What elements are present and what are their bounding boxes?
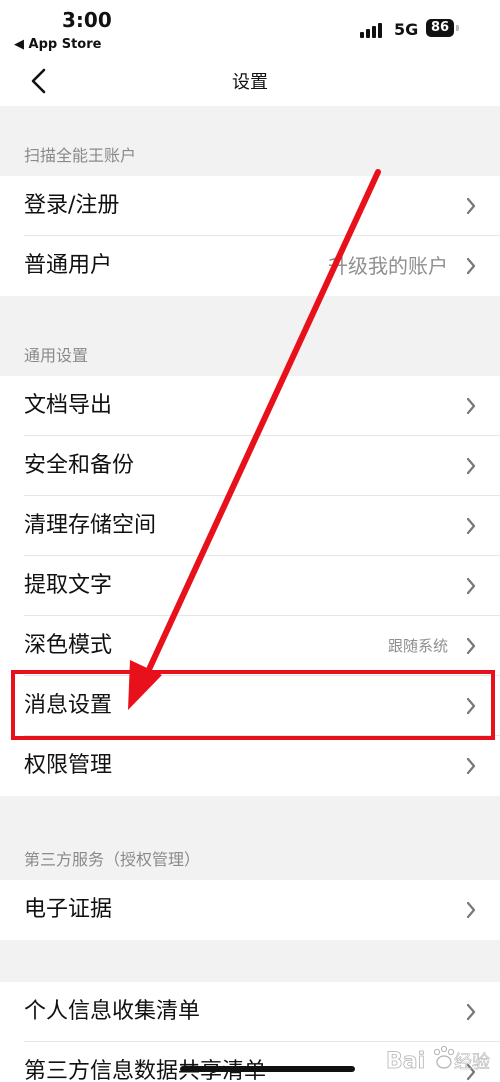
row-extract-text[interactable]: 提取文字 (0, 556, 500, 616)
svg-text:Bai: Bai (386, 1049, 425, 1074)
chevron-right-icon (466, 197, 476, 215)
row-label: 登录/注册 (24, 193, 120, 218)
section-header-general: 通用设置 (24, 346, 89, 365)
row-login-register[interactable]: 登录/注册 (0, 176, 500, 236)
row-document-export[interactable]: 文档导出 (0, 376, 500, 436)
row-dark-mode[interactable]: 深色模式 跟随系统 (0, 616, 500, 676)
dark-mode-value: 跟随系统 (387, 637, 448, 655)
network-type: 5G (394, 20, 419, 39)
chevron-right-icon (466, 517, 476, 535)
chevron-right-icon (466, 1003, 476, 1021)
section-header-third-party: 第三方服务（授权管理） (24, 850, 201, 869)
row-clean-storage[interactable]: 清理存储空间 (0, 496, 500, 556)
row-label: 电子证据 (24, 897, 113, 922)
row-label: 权限管理 (24, 753, 113, 778)
baidu-paw-icon: Bai 经验 (386, 1045, 490, 1074)
section-header-account: 扫描全能王账户 (24, 146, 137, 165)
cellular-signal-icon (360, 22, 386, 38)
chevron-right-icon (466, 257, 476, 275)
chevron-right-icon (466, 901, 476, 919)
row-label: 第三方信息数据共享清单 (24, 1059, 267, 1082)
row-normal-user[interactable]: 普通用户 升级我的账户 (0, 236, 500, 296)
nav-bar: 设置 (0, 56, 500, 106)
row-electronic-evidence[interactable]: 电子证据 (0, 880, 500, 940)
svg-text:经验: 经验 (454, 1052, 490, 1073)
row-label: 清理存储空间 (24, 513, 157, 538)
page-title: 设置 (232, 72, 268, 93)
chevron-right-icon (466, 397, 476, 415)
group-account: 登录/注册 普通用户 升级我的账户 (0, 176, 500, 296)
row-label: 提取文字 (24, 573, 113, 598)
row-personal-info-list[interactable]: 个人信息收集清单 (0, 982, 500, 1042)
row-label: 深色模式 (24, 633, 113, 658)
chevron-right-icon (466, 577, 476, 595)
home-indicator (180, 1066, 355, 1072)
row-label: 安全和备份 (24, 453, 135, 478)
row-label: 普通用户 (24, 253, 113, 278)
row-security-backup[interactable]: 安全和备份 (0, 436, 500, 496)
group-third-party: 电子证据 (0, 880, 500, 940)
status-bar: 3:00 ◀ App Store 5G 86 (0, 0, 500, 56)
back-to-app-store-link[interactable]: ◀ App Store (14, 37, 101, 52)
chevron-right-icon (466, 637, 476, 655)
status-time: 3:00 (62, 8, 112, 32)
battery-nub (456, 25, 459, 31)
row-label: 个人信息收集清单 (24, 999, 201, 1024)
row-label: 文档导出 (24, 393, 113, 418)
chevron-right-icon (466, 457, 476, 475)
battery-icon: 86 (426, 19, 454, 37)
annotation-highlight-box (11, 670, 495, 740)
watermark: Bai 经验 (384, 1038, 494, 1074)
upgrade-account-link[interactable]: 升级我的账户 (328, 236, 448, 296)
chevron-right-icon (466, 757, 476, 775)
row-permission-management[interactable]: 权限管理 (0, 736, 500, 796)
